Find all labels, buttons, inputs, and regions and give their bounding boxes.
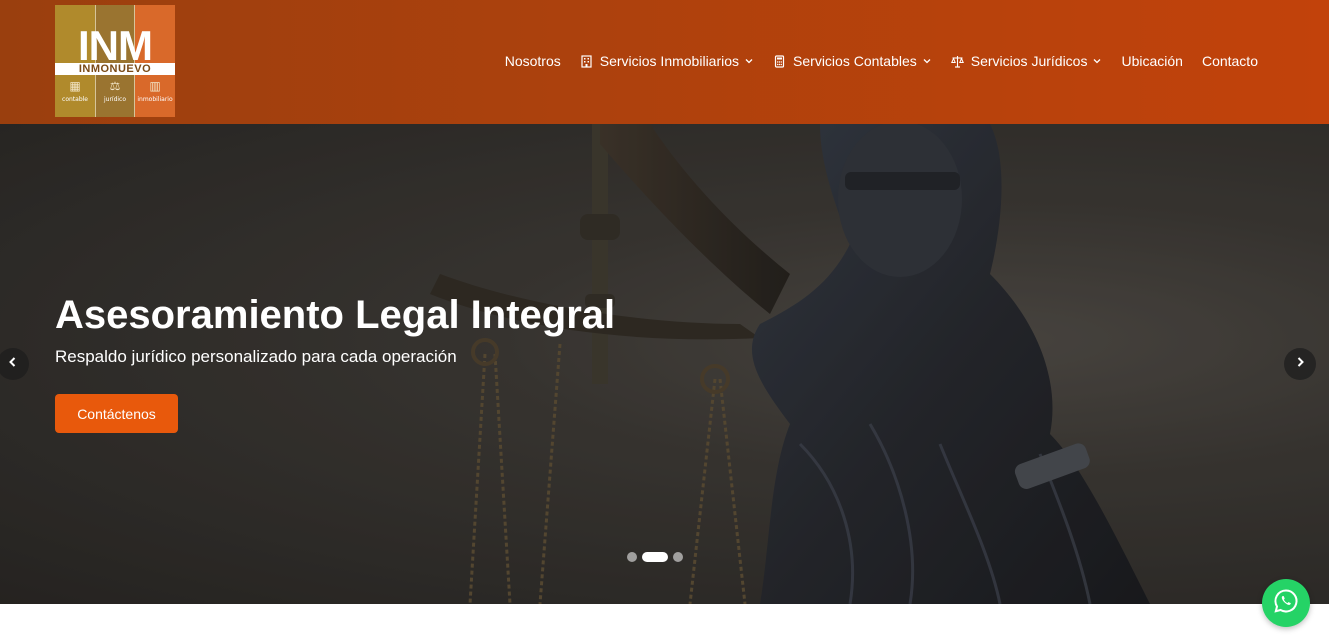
nav-label: Servicios Inmobiliarios	[599, 53, 740, 69]
nav-label: Servicios Jurídicos	[970, 53, 1088, 69]
logo-label-inmobiliario: inmobiliario	[137, 96, 173, 103]
nav-item-servicios-inmobiliarios[interactable]: Servicios Inmobiliarios	[580, 53, 754, 69]
hero-slider: Asesoramiento Legal Integral Respaldo ju…	[0, 124, 1329, 604]
nav-label: Ubicación	[1121, 53, 1183, 69]
whatsapp-icon	[1273, 588, 1299, 619]
hero-subtitle: Respaldo jurídico personalizado para cad…	[55, 347, 457, 366]
main-nav: Nosotros Servicios Inmobiliarios Servici…	[505, 52, 1258, 70]
whatsapp-button[interactable]	[1262, 579, 1310, 627]
nav-item-servicios-contables[interactable]: Servicios Contables	[773, 53, 932, 69]
nav-item-nosotros[interactable]: Nosotros	[505, 53, 561, 69]
chevron-right-icon	[1294, 355, 1306, 373]
slider-pagination	[627, 552, 683, 562]
scales-icon	[950, 55, 964, 68]
site-logo[interactable]: INM INMONUEVO ▦ ⚖ ▥ contable jurídico in…	[55, 5, 175, 117]
nav-item-contacto[interactable]: Contacto	[1202, 53, 1258, 69]
logo-label-juridico: jurídico	[103, 96, 127, 103]
scales-icon: ⚖	[109, 79, 121, 93]
logo-label-contable: contable	[62, 96, 88, 103]
slider-next-button[interactable]	[1284, 348, 1316, 380]
city-icon: ▥	[149, 79, 161, 93]
building-icon	[580, 54, 593, 68]
site-header: INM INMONUEVO ▦ ⚖ ▥ contable jurídico in…	[0, 0, 1329, 124]
logo-wordmark: INM	[78, 22, 153, 69]
hero-title: Asesoramiento Legal Integral	[55, 293, 616, 337]
slider-dot-2[interactable]	[642, 552, 668, 562]
calculator-icon	[773, 54, 786, 68]
chevron-left-icon	[7, 355, 19, 373]
contact-button[interactable]: Contáctenos	[55, 394, 178, 433]
logo-band: INMONUEVO	[55, 63, 175, 75]
chevron-down-icon	[1092, 56, 1102, 66]
slider-dot-3[interactable]	[673, 552, 683, 562]
nav-label: Contacto	[1201, 53, 1258, 69]
building-icon: ▦	[69, 79, 81, 93]
nav-label: Servicios Contables	[793, 53, 917, 69]
nav-item-servicios-juridicos[interactable]: Servicios Jurídicos	[950, 53, 1103, 69]
nav-item-ubicacion[interactable]: Ubicación	[1121, 53, 1182, 69]
slider-dot-1[interactable]	[627, 552, 637, 562]
chevron-down-icon	[744, 56, 754, 66]
chevron-down-icon	[922, 56, 932, 66]
nav-label: Nosotros	[504, 53, 561, 69]
